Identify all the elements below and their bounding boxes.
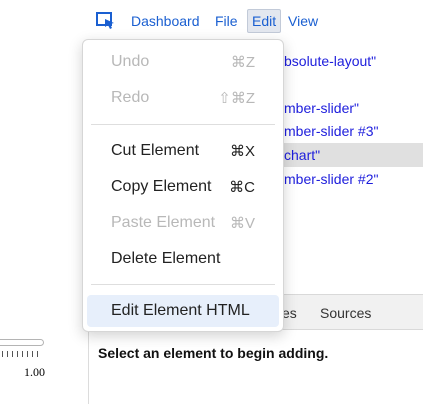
slider-ticks	[2, 351, 42, 357]
menu-item-label: Edit Element HTML	[111, 302, 250, 319]
tree-row-label: bsolute-layout"	[284, 53, 377, 69]
menu-item-copy[interactable]: Copy Element ⌘C	[87, 171, 279, 203]
menu-item-delete[interactable]: Delete Element	[87, 243, 279, 275]
empty-panel-message: Select an element to begin adding.	[98, 345, 329, 361]
tree-row-label: mber-slider #3"	[284, 123, 379, 139]
menu-item-shortcut: ⌘X	[229, 143, 255, 160]
edit-dropdown-menu: Undo ⌘Z Redo ⇧⌘Z Cut Element ⌘X Copy Ele…	[82, 39, 284, 332]
menu-separator	[91, 284, 275, 285]
menu-item-undo[interactable]: Undo ⌘Z	[87, 46, 279, 78]
menu-dashboard[interactable]: Dashboard	[131, 13, 200, 29]
menu-item-label: Delete Element	[111, 250, 221, 267]
tree-row-label: mber-slider #2"	[284, 171, 379, 187]
menu-item-shortcut: ⌘C	[229, 179, 255, 196]
menu-separator	[91, 124, 275, 125]
menu-item-shortcut: ⌘V	[229, 215, 255, 232]
tab-properties[interactable]: es	[282, 305, 297, 321]
number-slider-track[interactable]	[0, 339, 44, 346]
tree-row-label: chart"	[284, 147, 321, 163]
menu-item-redo[interactable]: Redo ⇧⌘Z	[87, 82, 279, 114]
select-cursor-icon[interactable]	[96, 12, 116, 30]
menu-item-paste[interactable]: Paste Element ⌘V	[87, 207, 279, 239]
menu-item-label: Paste Element	[111, 214, 216, 231]
menu-item-label: Cut Element	[111, 142, 200, 159]
slider-value: 1.00	[24, 365, 45, 379]
menu-item-shortcut: ⌘Z	[230, 54, 255, 71]
canvas-pane: 1.00	[0, 0, 89, 404]
menu-view[interactable]: View	[288, 13, 318, 29]
menubar: Dashboard File Edit View	[0, 0, 423, 40]
menu-item-shortcut: ⇧⌘Z	[218, 90, 255, 107]
menu-item-edit-html[interactable]: Edit Element HTML	[87, 295, 279, 327]
menu-item-label: Redo	[111, 89, 150, 106]
menu-item-label: Copy Element	[111, 178, 212, 195]
tree-row-label: mber-slider"	[284, 100, 359, 116]
menu-file[interactable]: File	[215, 13, 238, 29]
menu-edit[interactable]: Edit	[247, 9, 282, 33]
tab-sources[interactable]: Sources	[320, 305, 371, 321]
menu-item-cut[interactable]: Cut Element ⌘X	[87, 135, 279, 167]
menu-item-label: Undo	[111, 53, 150, 70]
